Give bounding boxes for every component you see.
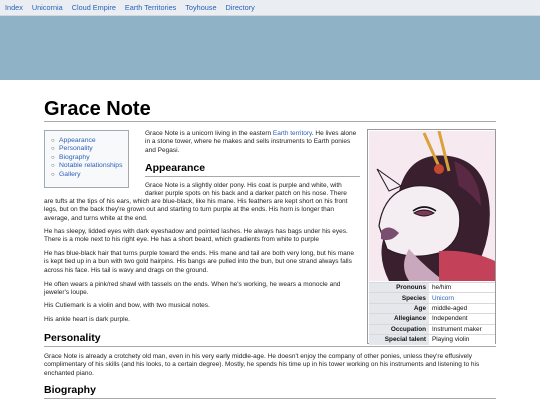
- character-infobox: Pronouns he/him Species Unicorn Age midd…: [367, 129, 496, 345]
- infobox-value: Instrument maker: [429, 323, 495, 335]
- infobox-value: Independent: [429, 313, 495, 325]
- infobox-row: Age middle-aged: [369, 302, 495, 314]
- infobox-value: Playing violin: [429, 333, 495, 345]
- bullet-icon: ○: [51, 146, 55, 153]
- page-title: Grace Note: [44, 98, 151, 120]
- infobox-key: Special talent: [369, 333, 429, 345]
- nav-link-toyhouse[interactable]: Toyhouse: [185, 3, 216, 12]
- personality-paragraph: Grace Note is already a crotchety old ma…: [44, 353, 480, 377]
- infobox-key: Species: [369, 292, 429, 304]
- bullet-icon: ○: [51, 171, 55, 178]
- infobox-row: Pronouns he/him: [369, 281, 495, 293]
- header-banner: [0, 16, 540, 80]
- appearance-paragraph-6: His ankle heart is dark purple.: [44, 316, 130, 323]
- intro-paragraph: Grace Note is a unicorn living in the ea…: [145, 130, 360, 155]
- toc-link[interactable]: Appearance: [59, 137, 96, 145]
- bullet-icon: ○: [51, 163, 55, 170]
- appearance-paragraph-3: He has blue-black hair that turns purple…: [44, 250, 355, 274]
- infobox-key: Age: [369, 302, 429, 314]
- infobox-row: Occupation Instrument maker: [369, 323, 495, 335]
- infobox-key: Occupation: [369, 323, 429, 335]
- bullet-icon: ○: [51, 138, 55, 144]
- section-divider: [44, 346, 496, 347]
- infobox-row: Special talent Playing violin: [369, 333, 495, 345]
- toc-item-appearance[interactable]: ○ Appearance: [51, 137, 128, 145]
- infobox-value-link[interactable]: Unicorn: [429, 292, 495, 304]
- appearance-paragraph-1b: are tufts at the tips of his ears, which…: [44, 198, 348, 222]
- character-portrait-image: [369, 131, 495, 281]
- infobox-key: Allegiance: [369, 313, 429, 325]
- infobox-row: Allegiance Independent: [369, 313, 495, 325]
- intro-text: Grace Note is a unicorn living in the ea…: [145, 130, 273, 137]
- appearance-paragraph-5: His Cutiemark is a violin and bow, with …: [44, 302, 210, 309]
- earth-territory-link[interactable]: Earth territory: [273, 130, 312, 137]
- section-heading-personality: Personality: [44, 332, 101, 344]
- toc-item-personality[interactable]: ○ Personality: [51, 145, 128, 153]
- section-heading-biography: Biography: [44, 384, 96, 396]
- infobox-row: Species Unicorn: [369, 292, 495, 304]
- infobox-value: middle-aged: [429, 302, 495, 314]
- toc-link[interactable]: Gallery: [59, 171, 81, 179]
- section-divider: [145, 176, 360, 177]
- nav-link-unicornia[interactable]: Unicornia: [32, 3, 63, 12]
- nav-link-index[interactable]: Index: [5, 3, 23, 12]
- nav-link-directory[interactable]: Directory: [226, 3, 255, 12]
- toc-link[interactable]: Personality: [59, 145, 93, 153]
- table-of-contents: ○ Appearance ○ Personality ○ Biography ○ Not…: [44, 130, 129, 188]
- top-nav-bar: Index Unicornia Cloud Empire Earth Terri…: [0, 0, 540, 16]
- appearance-paragraph-1a: Grace Note is a slightly older pony. His…: [145, 182, 347, 198]
- title-divider: [44, 121, 496, 122]
- infobox-table: Pronouns he/him Species Unicorn Age midd…: [369, 281, 495, 345]
- toc-link[interactable]: Biography: [59, 154, 90, 162]
- appearance-paragraph-2: He has sleepy, lidded eyes with dark eye…: [44, 228, 348, 244]
- bullet-icon: ○: [51, 154, 55, 161]
- infobox-value: he/him: [429, 281, 495, 293]
- nav-link-cloud-empire[interactable]: Cloud Empire: [72, 3, 116, 12]
- infobox-key: Pronouns: [369, 281, 429, 293]
- nav-link-earth-territories[interactable]: Earth Territories: [125, 3, 176, 12]
- section-heading-appearance: Appearance: [145, 162, 206, 174]
- section-divider: [44, 398, 496, 399]
- toc-item-biography[interactable]: ○ Biography: [51, 154, 128, 162]
- toc-item-gallery[interactable]: ○ Gallery: [51, 171, 128, 179]
- toc-item-notable-relationships[interactable]: ○ Notable relationships: [51, 162, 128, 170]
- appearance-paragraph-4: He often wears a pink/red shawl with tas…: [44, 281, 341, 297]
- toc-link[interactable]: Notable relationships: [59, 162, 122, 170]
